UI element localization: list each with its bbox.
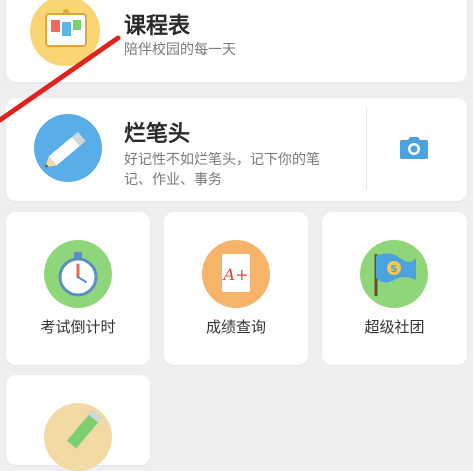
club-flag-icon: S (360, 240, 428, 308)
tile-label: 成绩查询 (205, 318, 266, 336)
notes-subtitle-line1: 好记性不如烂笔头，记下你的笔 (124, 152, 320, 168)
notes-divider (366, 108, 367, 190)
pencil-icon (34, 114, 102, 182)
camera-icon[interactable] (399, 136, 429, 160)
svg-text:S: S (390, 264, 397, 275)
notes-card[interactable]: 烂笔头 好记性不如烂笔头，记下你的笔 记、作业、事务 (6, 98, 467, 201)
svg-text:A+: A+ (222, 265, 249, 284)
tile-exam-countdown[interactable]: 考试倒计时 (6, 212, 150, 365)
timetable-board-icon (30, 0, 100, 66)
timetable-subtitle: 陪伴校园的每一天 (124, 42, 236, 58)
pen-icon (44, 403, 112, 471)
tile-super-club[interactable]: S 超级社团 (322, 212, 467, 365)
notes-title: 烂笔头 (124, 122, 191, 147)
grade-paper-icon: A+ (202, 240, 270, 308)
timetable-title: 课程表 (124, 14, 191, 39)
stopwatch-icon (44, 240, 112, 308)
tile-label: 超级社团 (364, 318, 425, 336)
tile-partial[interactable] (6, 375, 150, 471)
tile-label: 考试倒计时 (40, 318, 116, 336)
timetable-card[interactable]: 课程表 陪伴校园的每一天 (6, 0, 467, 82)
notes-subtitle-line2: 记、作业、事务 (124, 172, 222, 188)
tile-grade-query[interactable]: A+ 成绩查询 (164, 212, 308, 365)
